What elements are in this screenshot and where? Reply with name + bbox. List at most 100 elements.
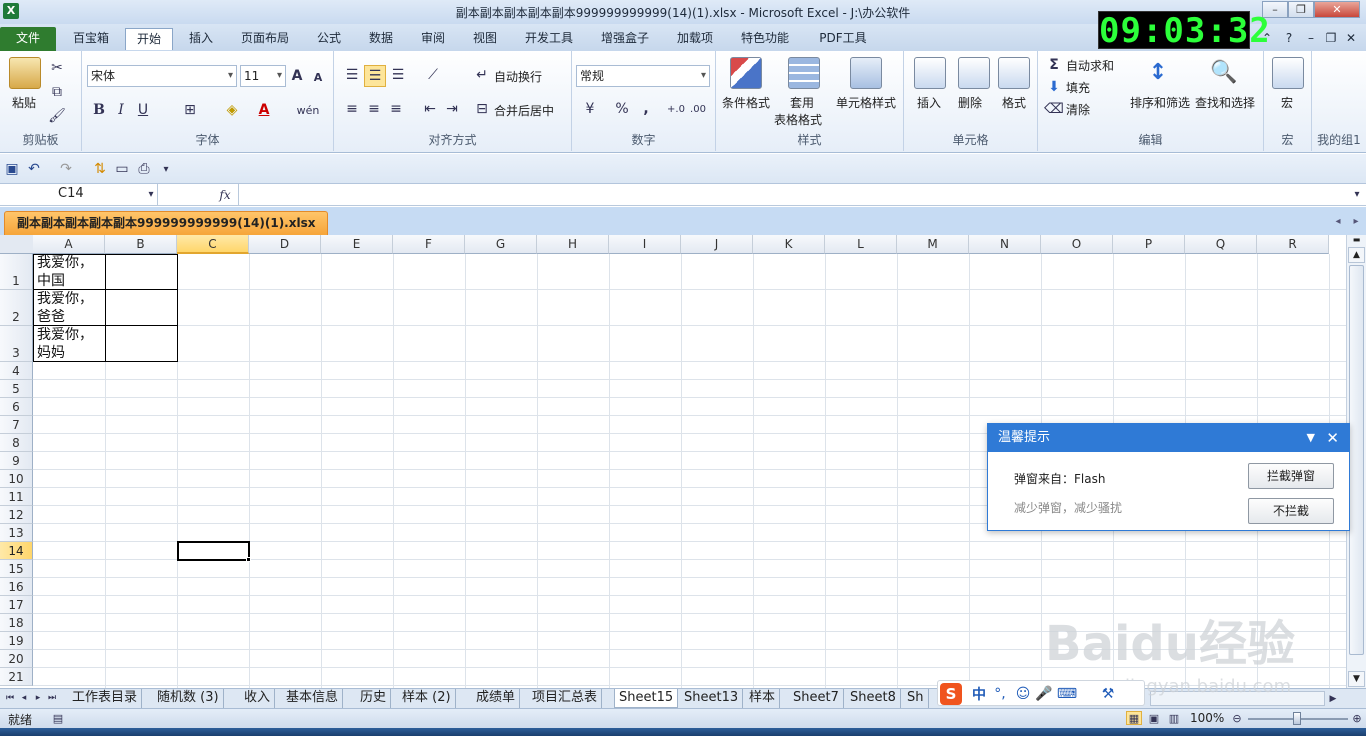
dont-block-button[interactable]: 不拦截 — [1248, 498, 1334, 524]
cell-a1[interactable]: 我爱你， 中国 — [34, 254, 105, 290]
paste-icon[interactable] — [9, 57, 41, 89]
column-header-j[interactable]: J — [681, 235, 753, 254]
insert-cells-icon[interactable] — [914, 57, 946, 89]
split-box-icon[interactable]: ▬ — [1349, 235, 1364, 245]
block-popup-button[interactable]: 拦截弹窗 — [1248, 463, 1334, 489]
sheet-tab-sample-2[interactable]: 样本 (2) — [398, 689, 456, 708]
sheet-tab-random[interactable]: 随机数 (3) — [153, 689, 224, 708]
underline-button[interactable]: U — [134, 101, 152, 119]
ime-keyboard-icon[interactable]: ⌨ — [1057, 684, 1077, 704]
row-header-1[interactable]: 1 — [0, 254, 33, 290]
accounting-format-icon[interactable]: ¥ — [578, 99, 602, 119]
tab-home[interactable]: 开始 — [125, 28, 173, 50]
cell-a2[interactable]: 我爱你， 爸爸 — [34, 290, 105, 326]
sheet-tab-grades[interactable]: 成绩单 — [472, 689, 521, 708]
tab-insert[interactable]: 插入 — [180, 28, 222, 50]
sogou-ime-icon[interactable]: S — [940, 683, 962, 705]
sheet-tab-sheet7[interactable]: Sheet7 — [789, 689, 844, 708]
sheet-tab-sheet8[interactable]: Sheet8 — [846, 689, 901, 708]
column-header-c[interactable]: C — [177, 235, 249, 254]
ime-emoji-icon[interactable]: ☺ — [1014, 684, 1032, 704]
tab-review[interactable]: 审阅 — [412, 28, 454, 50]
macro-button[interactable]: 宏 — [1281, 94, 1293, 111]
column-header-n[interactable]: N — [969, 235, 1041, 254]
help-icon[interactable]: ? — [1280, 28, 1298, 50]
row-header-10[interactable]: 10 — [0, 470, 33, 488]
align-center-icon[interactable]: ≡ — [364, 99, 384, 119]
paste-label[interactable]: 粘贴 — [12, 94, 36, 111]
row-header-17[interactable]: 17 — [0, 596, 33, 614]
tab-scroll-right-icon[interactable]: ▸ — [1350, 214, 1362, 228]
align-middle-icon[interactable]: ☰ — [364, 65, 386, 87]
column-header-m[interactable]: M — [897, 235, 969, 254]
align-bottom-icon[interactable]: ☰ — [388, 65, 408, 85]
scroll-right-icon[interactable]: ▶ — [1326, 691, 1340, 706]
print-icon[interactable]: ⎙ — [136, 161, 152, 177]
column-header-d[interactable]: D — [249, 235, 321, 254]
zoom-in-icon[interactable]: ⊕ — [1350, 711, 1364, 725]
name-box-dropdown-icon[interactable]: ▾ — [145, 187, 157, 201]
column-header-k[interactable]: K — [753, 235, 825, 254]
insert-cells-button[interactable]: 插入 — [917, 94, 941, 111]
sort-filter-button[interactable]: 排序和筛选 — [1130, 94, 1190, 111]
scroll-up-icon[interactable]: ▲ — [1348, 247, 1365, 263]
column-header-f[interactable]: F — [393, 235, 465, 254]
format-painter-icon[interactable]: 🖌 — [48, 107, 66, 125]
conditional-format-button[interactable]: 条件格式 — [722, 94, 770, 111]
row-header-5[interactable]: 5 — [0, 380, 33, 398]
formula-input[interactable] — [238, 184, 1348, 205]
column-header-l[interactable]: L — [825, 235, 897, 254]
autosum-icon[interactable]: Σ — [1046, 57, 1062, 73]
phonetic-icon[interactable]: wén — [296, 101, 320, 119]
insert-function-icon[interactable]: fx — [216, 186, 234, 204]
active-cell-c14[interactable] — [177, 541, 250, 561]
column-header-h[interactable]: H — [537, 235, 609, 254]
align-left-icon[interactable]: ≡ — [342, 99, 362, 119]
align-right-icon[interactable]: ≡ — [386, 99, 406, 119]
increase-decimal-icon[interactable]: +.0 — [666, 99, 686, 119]
scroll-thumb[interactable] — [1349, 265, 1364, 655]
fill-handle[interactable] — [246, 557, 251, 562]
font-color-icon[interactable]: A — [254, 101, 274, 119]
column-header-e[interactable]: E — [321, 235, 393, 254]
sheet-tab-toc[interactable]: 工作表目录 — [68, 689, 143, 708]
find-select-button[interactable]: 查找和选择 — [1195, 94, 1255, 111]
sheet-tab-history[interactable]: 历史 — [356, 689, 392, 708]
qat-customize-icon[interactable]: ▾ — [160, 161, 172, 177]
format-cells-button[interactable]: 格式 — [1002, 94, 1026, 111]
cell-styles-icon[interactable] — [850, 57, 882, 89]
doc-close-icon[interactable]: ✕ — [1344, 28, 1358, 50]
cell-a3[interactable]: 我爱你， 妈妈 — [34, 326, 105, 362]
tab-baibaoxiang[interactable]: 百宝箱 — [64, 28, 118, 50]
select-all-corner[interactable] — [0, 235, 34, 254]
doc-minimize-icon[interactable]: – — [1304, 28, 1318, 50]
sheet-tab-sheet15[interactable]: Sheet15 — [614, 689, 679, 708]
save-icon[interactable]: ▣ — [4, 161, 20, 177]
align-top-icon[interactable]: ☰ — [342, 65, 362, 85]
sheet-tab-sheet13[interactable]: Sheet13 — [680, 689, 744, 708]
tab-pdf-tools[interactable]: PDF工具 — [808, 28, 878, 50]
ime-punctuation-icon[interactable]: °, — [992, 684, 1008, 704]
font-family-select[interactable]: 宋体 — [87, 65, 237, 87]
redo-icon[interactable]: ↷ — [58, 161, 74, 177]
macro-record-icon[interactable]: ▤ — [50, 711, 66, 725]
shrink-font-icon[interactable]: A — [310, 69, 326, 85]
fill-button[interactable]: 填充 — [1066, 79, 1090, 96]
row-header-4[interactable]: 4 — [0, 362, 33, 380]
next-sheet-icon[interactable]: ▸ — [32, 691, 44, 705]
tab-formulas[interactable]: 公式 — [308, 28, 350, 50]
scroll-down-icon[interactable]: ▼ — [1348, 671, 1365, 687]
row-header-15[interactable]: 15 — [0, 560, 33, 578]
clear-button[interactable]: 清除 — [1066, 101, 1090, 118]
clear-icon[interactable]: ⌫ — [1044, 101, 1064, 117]
zoom-slider-thumb[interactable] — [1293, 712, 1301, 725]
ime-tools-icon[interactable]: ⚒ — [1100, 684, 1116, 704]
row-header-19[interactable]: 19 — [0, 632, 33, 650]
sheet-tab-income[interactable]: 收入 — [240, 689, 276, 708]
bold-button[interactable]: B — [90, 101, 108, 119]
italic-button[interactable]: I — [112, 101, 130, 119]
tab-addins[interactable]: 加载项 — [668, 28, 722, 50]
increase-indent-icon[interactable]: ⇥ — [442, 99, 462, 119]
popup-menu-icon[interactable]: ▼ — [1307, 424, 1315, 452]
tab-scroll-left-icon[interactable]: ◂ — [1332, 214, 1344, 228]
